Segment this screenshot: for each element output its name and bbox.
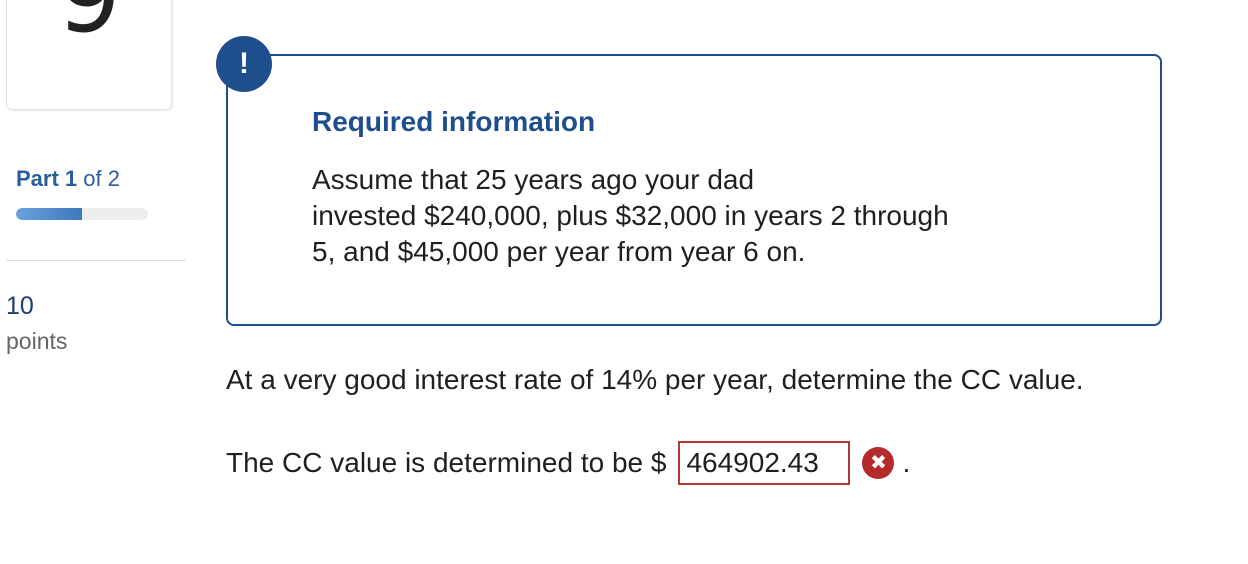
info-line: 5, and $45,000 per year from year 6 on. (312, 236, 806, 267)
info-line: invested $240,000, plus $32,000 in years… (312, 200, 949, 231)
answer-row: The CC value is determined to be $ ✖ . (226, 440, 910, 486)
incorrect-x-icon: ✖ (862, 447, 895, 479)
sidebar-divider (6, 260, 186, 261)
question-prompt: At a very good interest rate of 14% per … (226, 364, 1084, 395)
required-information-title: Required information (312, 106, 596, 137)
question-number-card: 9 (6, 0, 172, 110)
part-of-total: of 2 (83, 166, 120, 191)
points-value: 10 (6, 292, 34, 320)
alert-exclamation-icon: ! (216, 36, 272, 92)
cc-value-input[interactable] (678, 441, 851, 485)
info-line: Assume that 25 years ago your dad (312, 164, 755, 195)
answer-suffix: . (902, 447, 911, 478)
question-number: 9 (7, 0, 171, 47)
part-current: 1 (64, 166, 78, 191)
part-progress-fill (16, 208, 82, 220)
question-page: 9 Part 1 of 2 10 points ! Required infor… (0, 0, 1248, 564)
required-information-body: Assume that 25 years ago your dad invest… (312, 162, 1072, 270)
part-word: Part (16, 166, 59, 191)
part-progress-bar (16, 208, 148, 220)
points-label: points (6, 328, 68, 354)
answer-prefix: The CC value is determined to be $ (226, 447, 667, 478)
part-indicator: Part 1 of 2 (16, 166, 120, 192)
